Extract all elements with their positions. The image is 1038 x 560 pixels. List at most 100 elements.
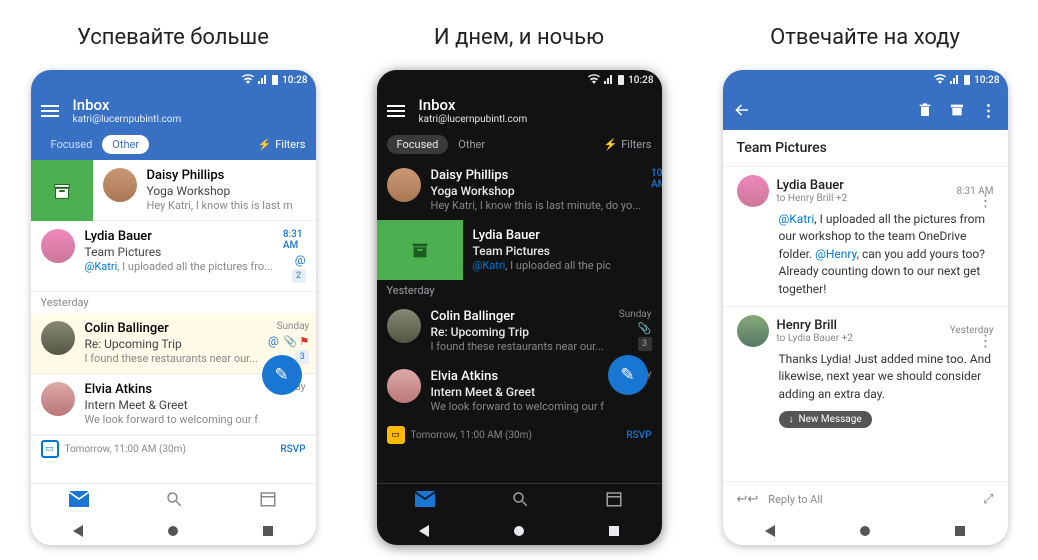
home-button[interactable]	[860, 526, 870, 536]
tab-other[interactable]: Other	[448, 135, 495, 154]
back-icon[interactable]	[733, 101, 751, 119]
attachment-icon: 📎	[638, 322, 652, 335]
tab-focused[interactable]: Focused	[41, 135, 103, 154]
avatar	[41, 382, 75, 416]
email-sender: Colin Ballinger	[85, 321, 258, 336]
rsvp-button[interactable]: RSVP	[626, 430, 651, 441]
back-button[interactable]	[73, 525, 83, 537]
message[interactable]: Henry Brill to Lydia Bauer +2 Yesterday …	[723, 306, 1008, 436]
heading-2: И днем, и ночью	[434, 25, 604, 50]
message[interactable]: Lydia Bauer to Henry Brill +2 8:31 AM ⋮ …	[723, 167, 1008, 306]
signal-icon	[950, 74, 960, 87]
app-header: Inbox katri@lucernpubintl.com	[377, 90, 662, 131]
back-button[interactable]	[765, 525, 775, 537]
new-message-chip[interactable]: ↓New Message	[779, 411, 872, 428]
flag-icon: ⚑	[299, 335, 309, 348]
avatar	[103, 168, 137, 202]
rsvp-button[interactable]: RSVP	[280, 444, 305, 455]
calendar-text: Tomorrow, 11:00 AM (30m)	[65, 444, 186, 455]
email-sender: Lydia Bauer	[85, 229, 273, 244]
android-nav	[723, 517, 1008, 545]
email-sender: Daisy Phillips	[147, 168, 306, 183]
email-preview: We look forward to welcoming our f	[85, 413, 263, 426]
message-recipients: to Henry Brill +2	[777, 193, 949, 204]
email-preview: Hey Katri, I know this is last m	[147, 199, 306, 212]
calendar-nav-icon[interactable]	[259, 490, 277, 512]
recent-button[interactable]	[263, 526, 273, 536]
calendar-text: Tomorrow, 11:00 AM (30m)	[411, 430, 532, 441]
statusbar-time: 10:28	[282, 75, 307, 86]
menu-icon[interactable]	[387, 105, 405, 117]
section-header: Yesterday	[377, 280, 662, 301]
avatar	[737, 315, 769, 347]
email-swiped[interactable]: Daisy Phillips Yoga Workshop Hey Katri, …	[31, 160, 316, 221]
recent-button[interactable]	[609, 526, 619, 536]
archive-swipe[interactable]	[377, 220, 463, 280]
archive-icon[interactable]	[948, 101, 966, 119]
email-sender: Elvia Atkins	[85, 382, 263, 397]
avatar	[737, 175, 769, 207]
account-email: katri@lucernpubintl.com	[73, 114, 182, 125]
compose-fab[interactable]: ✎	[608, 355, 648, 395]
avatar	[41, 321, 75, 355]
reply-bar[interactable]: ↩↩ Reply to All ⤢	[723, 481, 1008, 517]
conversation-subject: Team Pictures	[723, 130, 1008, 167]
more-icon[interactable]: ⋮	[980, 101, 998, 119]
message-more-icon[interactable]: ⋮	[978, 197, 994, 205]
search-nav-icon[interactable]	[165, 490, 183, 512]
reply-all-icon: ↩↩	[737, 492, 759, 507]
calendar-nav-icon[interactable]	[605, 490, 623, 512]
inbox-title: Inbox	[419, 96, 528, 114]
android-nav	[31, 517, 316, 545]
filters-button[interactable]: ⚡Filters	[604, 138, 652, 151]
email-sender: Colin Ballinger	[431, 309, 609, 324]
statusbar-time: 10:28	[628, 75, 653, 86]
mail-nav-icon[interactable]	[415, 491, 435, 511]
search-nav-icon[interactable]	[511, 490, 529, 512]
menu-icon[interactable]	[41, 105, 59, 117]
email-row[interactable]: Colin Ballinger Re: Upcoming Trip I foun…	[377, 301, 662, 361]
wifi-icon	[588, 74, 600, 87]
email-subject: Intern Meet & Greet	[85, 398, 263, 412]
avatar	[387, 309, 421, 343]
email-subject: Re: Upcoming Trip	[431, 325, 609, 339]
phone-light: 10:28 Inbox katri@lucernpubintl.com Focu…	[31, 70, 316, 545]
tab-other[interactable]: Other	[102, 135, 149, 154]
battery-icon	[272, 75, 278, 85]
email-row[interactable]: Daisy Phillips Yoga Workshop Hey Katri, …	[377, 160, 662, 220]
arrow-down-icon: ↓	[789, 414, 794, 425]
email-preview: @Katri, I uploaded all the pictures fro.…	[85, 260, 273, 273]
email-list: Daisy Phillips Yoga Workshop Hey Katri, …	[377, 160, 662, 483]
avatar	[41, 229, 75, 263]
email-list: Daisy Phillips Yoga Workshop Hey Katri, …	[31, 160, 316, 483]
compose-fab[interactable]: ✎	[262, 355, 302, 395]
wifi-icon	[934, 74, 946, 87]
calendar-row[interactable]: ▭ Tomorrow, 11:00 AM (30m) RSVP	[31, 435, 316, 462]
back-button[interactable]	[419, 525, 429, 537]
mail-nav-icon[interactable]	[69, 491, 89, 511]
email-time: 8:31 AM	[283, 229, 306, 251]
section-header: Yesterday	[31, 292, 316, 313]
archive-swipe[interactable]	[31, 160, 93, 221]
tab-bar: Focused Other ⚡Filters	[377, 131, 662, 160]
email-swiped[interactable]: Lydia Bauer Team Pictures @Katri, I uplo…	[377, 220, 662, 280]
delete-icon[interactable]	[916, 101, 934, 119]
filters-button[interactable]: ⚡Filters	[258, 138, 306, 151]
account-email: katri@lucernpubintl.com	[419, 114, 528, 125]
expand-icon[interactable]: ⤢	[983, 492, 993, 507]
email-time: Sunday	[619, 309, 652, 320]
home-button[interactable]	[168, 526, 178, 536]
calendar-row[interactable]: ▭ Tomorrow, 11:00 AM (30m) RSVP	[377, 421, 662, 448]
statusbar: 10:28	[31, 70, 316, 90]
pencil-icon: ✎	[620, 365, 634, 385]
recent-button[interactable]	[955, 526, 965, 536]
email-subject: Yoga Workshop	[431, 184, 642, 198]
home-button[interactable]	[514, 526, 524, 536]
wifi-icon	[242, 74, 254, 87]
tab-focused[interactable]: Focused	[387, 135, 449, 154]
email-sender: Daisy Phillips	[431, 168, 642, 183]
count-badge: 3	[638, 337, 652, 351]
message-more-icon[interactable]: ⋮	[978, 337, 994, 345]
battery-icon	[618, 75, 624, 85]
email-row[interactable]: Lydia Bauer Team Pictures @Katri, I uplo…	[31, 221, 316, 292]
